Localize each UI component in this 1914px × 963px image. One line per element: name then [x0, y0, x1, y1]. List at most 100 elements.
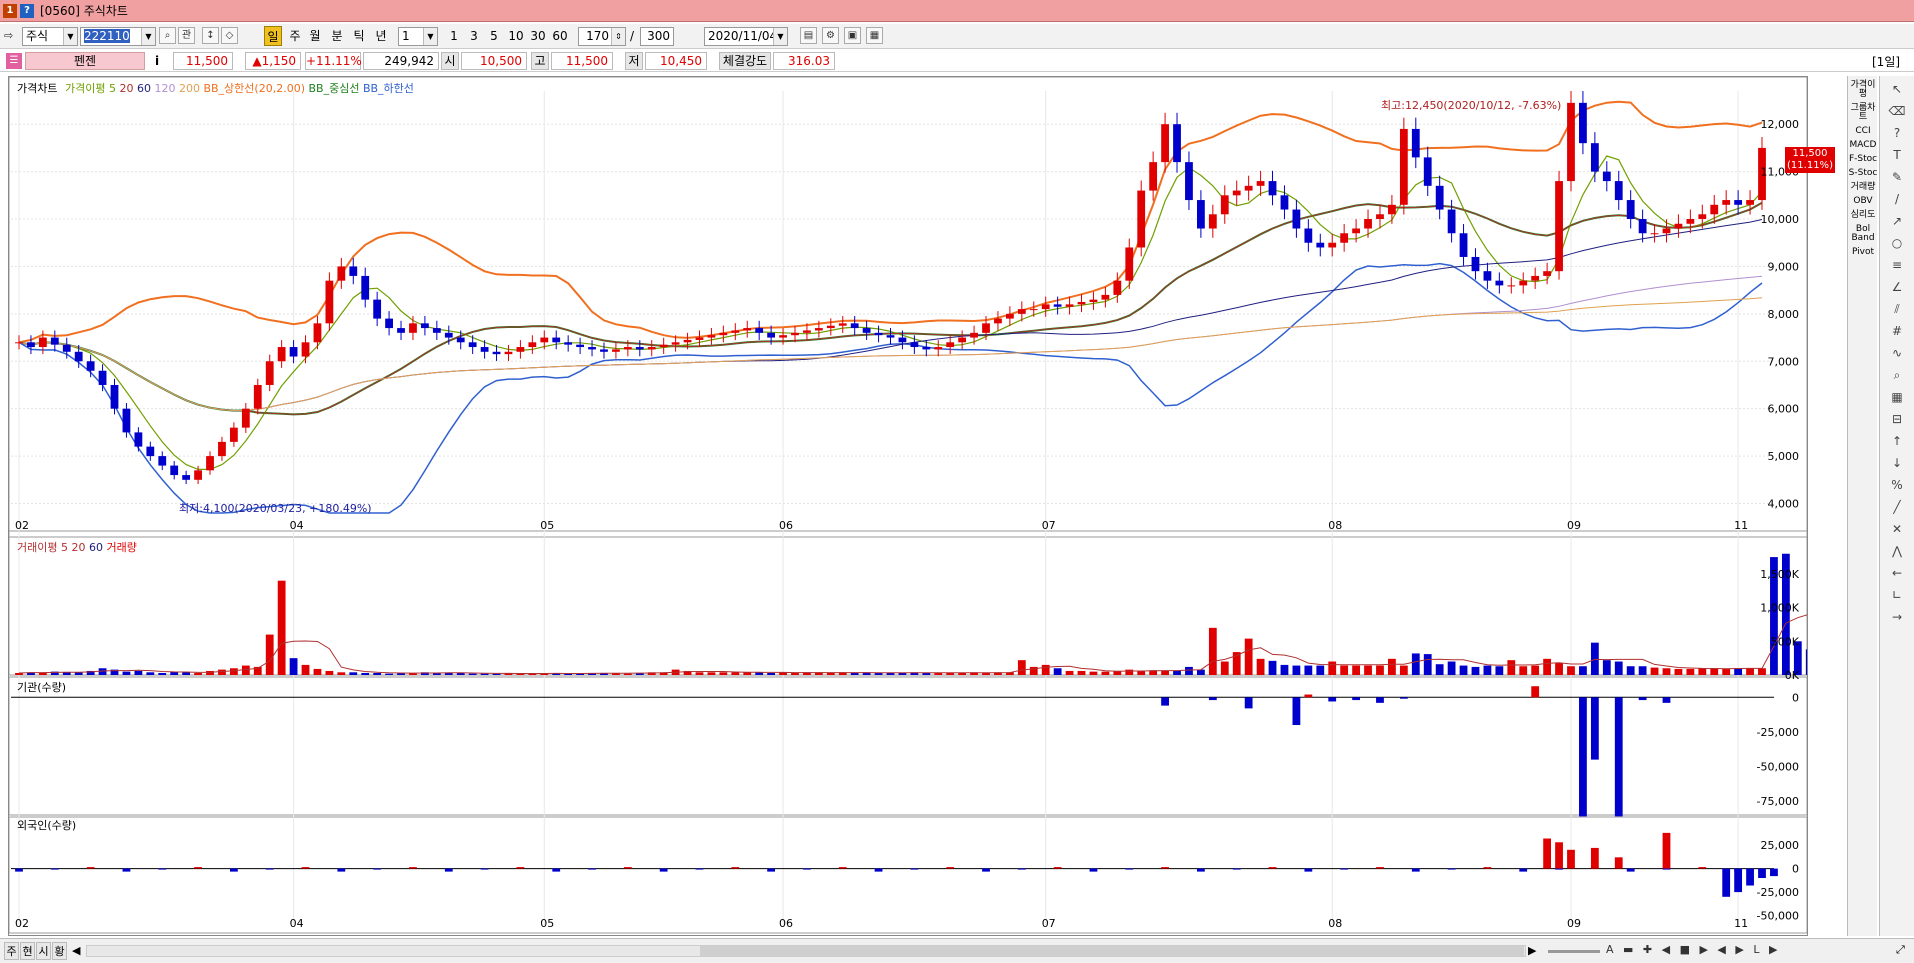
period-tick-button[interactable]: 틱: [350, 26, 368, 46]
volume-bar: [1519, 666, 1528, 675]
circle-icon[interactable]: ○: [1886, 234, 1908, 252]
interval-5-button[interactable]: 5: [486, 26, 502, 46]
chart-area[interactable]: 12,000 11,000 10,000 9,000 8,000 7,000 6,000 5,…: [8, 76, 1835, 936]
interval-1-button[interactable]: 1: [446, 26, 462, 46]
candle-body: [958, 337, 967, 343]
scroll-thumb[interactable]: [700, 946, 1524, 956]
period-month-button[interactable]: 월: [306, 26, 324, 46]
expand-icon[interactable]: ⤢: [1896, 943, 1905, 957]
period-value-select[interactable]: 1 ▼: [398, 27, 438, 46]
info-button[interactable]: i: [150, 52, 164, 70]
period-day-button[interactable]: 일: [264, 26, 282, 46]
updown-icon[interactable]: ↕: [202, 27, 219, 44]
interval-10-button[interactable]: 10: [506, 26, 526, 46]
indicator-9[interactable]: Bol Band: [1848, 225, 1878, 243]
tab-ju[interactable]: 주: [4, 942, 19, 960]
pattern-icon[interactable]: ⋀: [1886, 542, 1908, 560]
x-axis-label: 07: [1042, 519, 1056, 532]
print-icon[interactable]: ▤: [800, 27, 817, 44]
indicator-7[interactable]: OBV: [1848, 197, 1878, 206]
x-axis-label: 05: [540, 917, 554, 930]
right-arrow-icon[interactable]: →: [1886, 608, 1908, 626]
text-icon[interactable]: T: [1886, 146, 1908, 164]
wave-icon[interactable]: ∿: [1886, 344, 1908, 362]
candle-body: [62, 344, 71, 352]
candle-body: [1626, 200, 1635, 220]
arrow-down-icon[interactable]: ↓: [1886, 454, 1908, 472]
indicator-6[interactable]: 거래량: [1848, 183, 1878, 192]
volume-bar: [289, 658, 298, 675]
help-icon[interactable]: ?: [20, 3, 34, 18]
tab-si[interactable]: 시: [36, 942, 51, 960]
cursor-icon[interactable]: ↖: [1886, 80, 1908, 98]
gwan-button[interactable]: 관: [178, 27, 195, 44]
left-arrow-icon[interactable]: ←: [1886, 564, 1908, 582]
tab-hyeon[interactable]: 현: [20, 942, 35, 960]
market-select[interactable]: 주식 ▼: [22, 27, 78, 46]
volume-bar: [385, 673, 393, 675]
indicator-2[interactable]: CCI: [1848, 127, 1878, 136]
menu-arrow-icon[interactable]: ⇨: [4, 29, 20, 43]
volume-bar: [1722, 668, 1731, 675]
pencil-icon[interactable]: ✎: [1886, 168, 1908, 186]
legend-ma20: 20: [119, 82, 134, 95]
scroll-left-icon[interactable]: ◀: [72, 944, 80, 957]
candle-body: [1388, 204, 1396, 215]
settings-icon[interactable]: ⚙: [822, 27, 839, 44]
indicator-0[interactable]: 가격이평: [1848, 81, 1878, 99]
calendar-icon[interactable]: ▦: [1886, 388, 1908, 406]
inst-bar: [1352, 697, 1360, 701]
period-week-button[interactable]: 주: [286, 26, 304, 46]
ray-icon[interactable]: ↗: [1886, 212, 1908, 230]
spin-icon[interactable]: ◇: [221, 27, 238, 44]
favorite-icon[interactable]: ☰: [6, 53, 22, 69]
channel-icon[interactable]: ⫽: [1886, 300, 1908, 318]
tab-hwang[interactable]: 황: [52, 942, 67, 960]
indicator-5[interactable]: S-Stoc: [1848, 169, 1878, 178]
indicator-4[interactable]: F-Stoc: [1848, 155, 1878, 164]
volume-bar: [1256, 658, 1265, 675]
ruler-icon[interactable]: ⊟: [1886, 410, 1908, 428]
angle-icon[interactable]: ∠: [1886, 278, 1908, 296]
percent-icon[interactable]: %: [1886, 476, 1908, 494]
count-stepper[interactable]: 170 ⇕: [578, 27, 626, 46]
candle-body: [1590, 143, 1599, 172]
indicator-3[interactable]: MACD: [1848, 141, 1878, 150]
period-year-button[interactable]: 년: [372, 26, 390, 46]
indicator-10[interactable]: Pivot: [1848, 248, 1878, 257]
cross-icon[interactable]: ✕: [1886, 520, 1908, 538]
volume-bar: [1662, 668, 1671, 675]
indicator-1[interactable]: 그룹차트: [1848, 104, 1878, 122]
l-icon[interactable]: ∟: [1886, 586, 1908, 604]
scroll-right-icon[interactable]: ▶: [1528, 944, 1536, 957]
volume-bar: [1089, 671, 1098, 675]
interval-60-button[interactable]: 60: [550, 26, 570, 46]
table-icon[interactable]: ▦: [866, 27, 883, 44]
diagonal-icon[interactable]: ╱: [1886, 498, 1908, 516]
save-icon[interactable]: ▣: [844, 27, 861, 44]
interval-3-button[interactable]: 3: [466, 26, 482, 46]
zoom-slider[interactable]: [1548, 950, 1600, 953]
price-axis-label: 6,000: [1768, 403, 1800, 416]
fibonacci-icon[interactable]: ≡: [1886, 256, 1908, 274]
arrow-up-icon[interactable]: ↑: [1886, 432, 1908, 450]
zoom-icon[interactable]: ⌕: [1886, 366, 1908, 384]
eraser-icon[interactable]: ⌫: [1886, 102, 1908, 120]
date-select[interactable]: 2020/11/04 ▼: [704, 27, 788, 46]
stock-code-input[interactable]: 222110 ▼: [80, 27, 156, 46]
period-minute-button[interactable]: 분: [328, 26, 346, 46]
candle-body: [27, 342, 35, 348]
total-count-input[interactable]: 300: [640, 27, 674, 46]
help-icon[interactable]: ?: [1886, 124, 1908, 142]
chart-nav-icons[interactable]: A ▬ ✚ ◀ ■ ▶ ◀ ▶ L ▶: [1606, 943, 1780, 956]
line-icon[interactable]: /: [1886, 190, 1908, 208]
indicator-8[interactable]: 심리도: [1848, 211, 1878, 220]
foreign-bar: [1770, 868, 1778, 877]
bb-mid-line: [18, 201, 1763, 416]
candle-body: [671, 342, 680, 345]
stock-name: 펜젠: [25, 52, 145, 70]
search-icon[interactable]: ⌕: [159, 27, 176, 44]
interval-30-button[interactable]: 30: [528, 26, 548, 46]
candle-body: [253, 384, 262, 409]
grid-icon[interactable]: #: [1886, 322, 1908, 340]
